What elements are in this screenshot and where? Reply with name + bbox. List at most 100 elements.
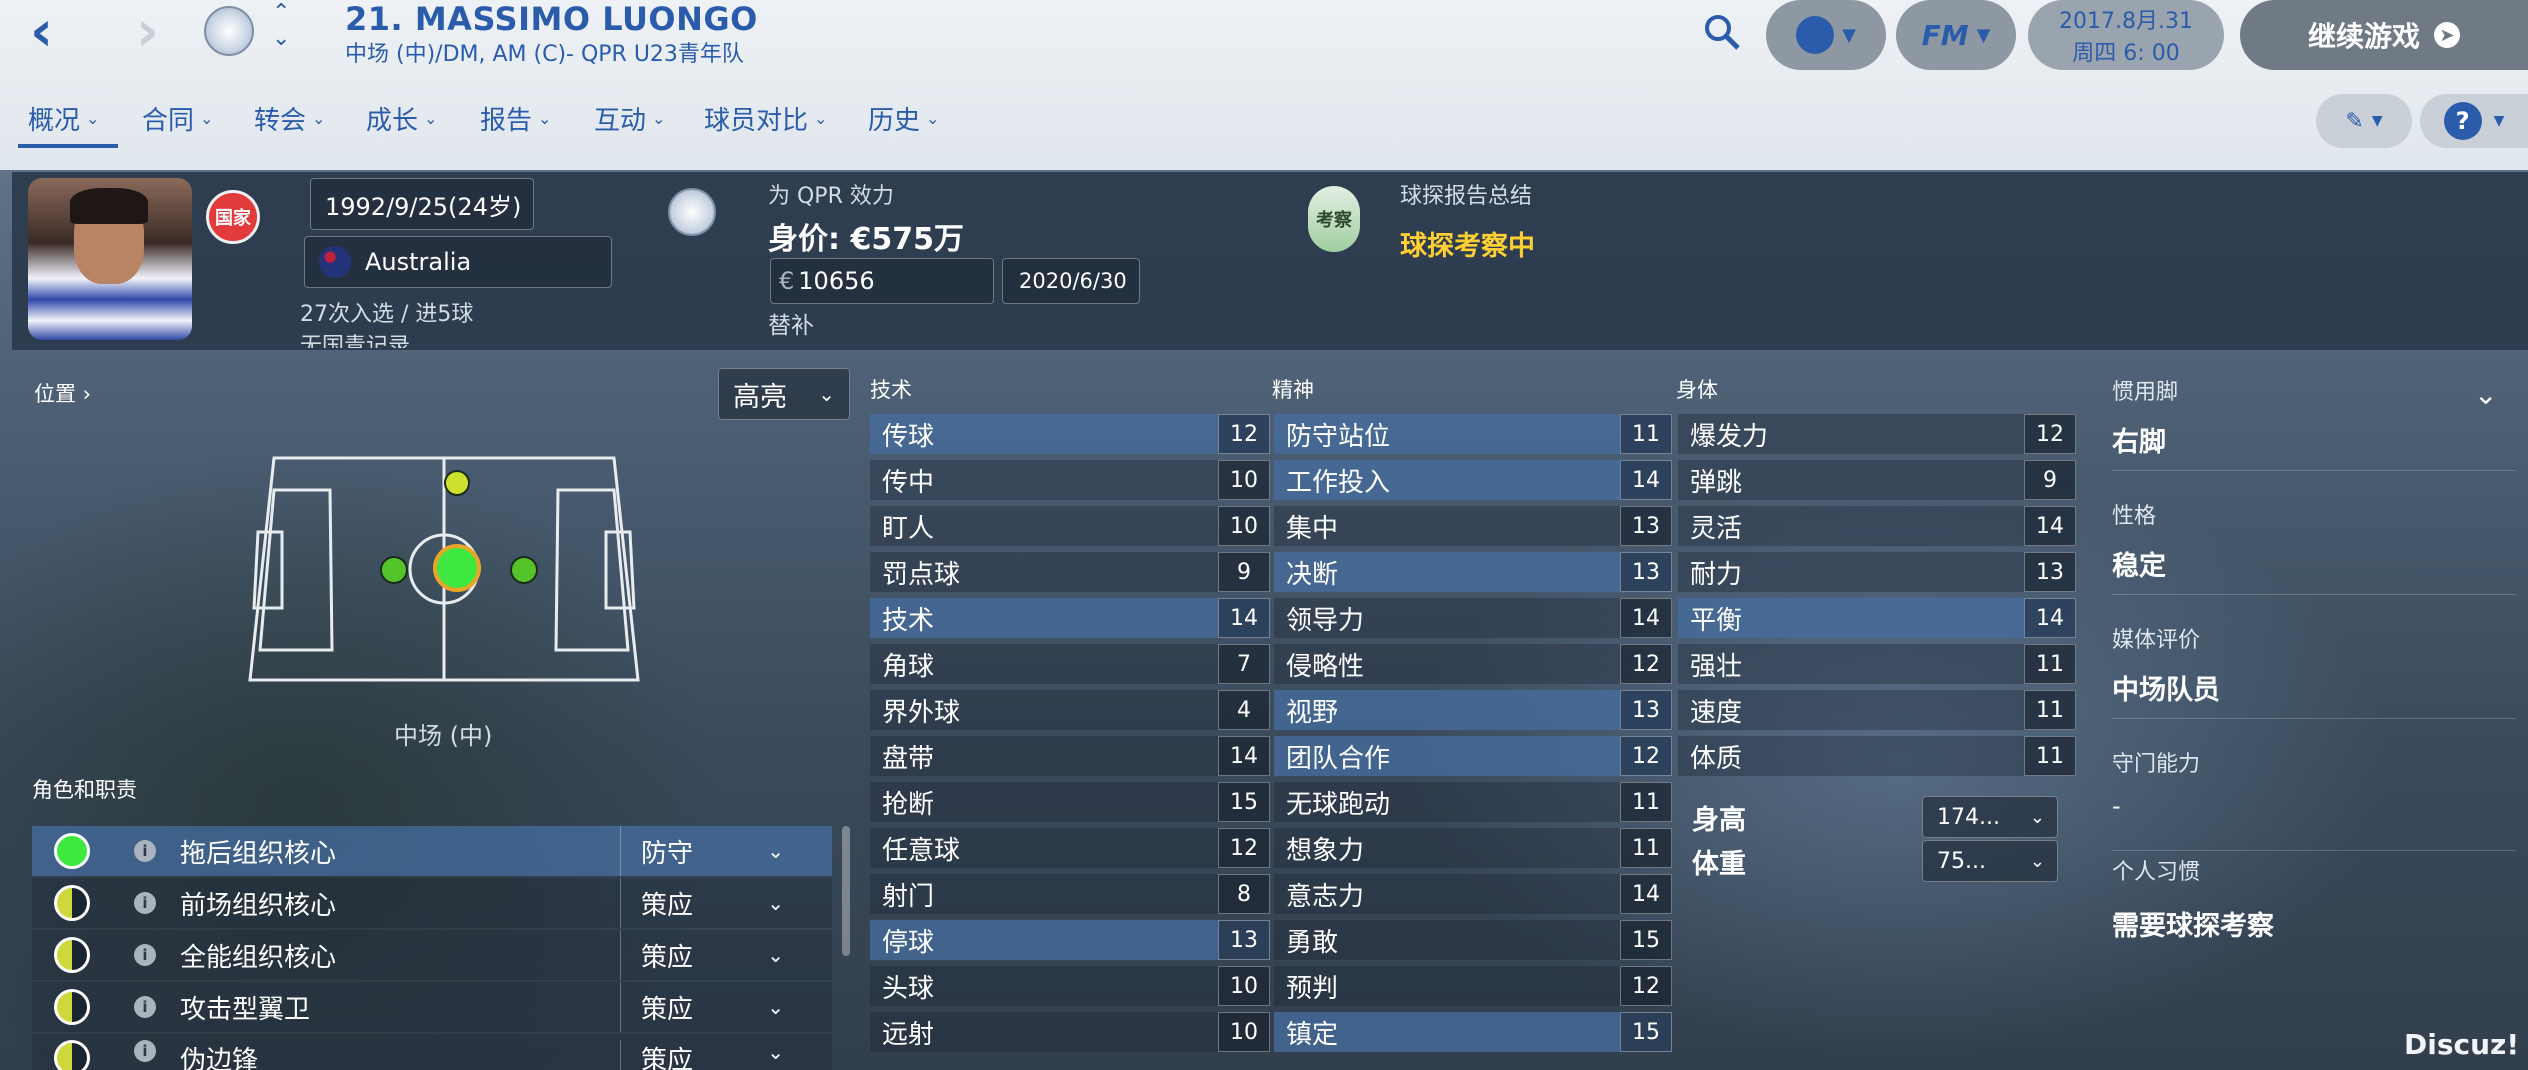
chevron-down-icon: ⌄ [312, 109, 326, 128]
info-icon[interactable]: i [134, 892, 156, 914]
attribute-row[interactable]: 弹跳 9 [1678, 460, 2076, 500]
attribute-row[interactable]: 无球跑动 11 [1274, 782, 1672, 822]
attribute-row[interactable]: 射门 8 [870, 874, 1270, 914]
search-icon[interactable] [1702, 12, 1742, 52]
position-header[interactable]: 位置 › [34, 378, 91, 408]
attribute-row[interactable]: 速度 11 [1678, 690, 2076, 730]
attribute-row[interactable]: 传中 10 [870, 460, 1270, 500]
attribute-row[interactable]: 爆发力 12 [1678, 414, 2076, 454]
attribute-name: 盯人 [882, 513, 935, 544]
weight-dropdown[interactable]: 75... ⌄ [1922, 840, 2058, 882]
role-row[interactable]: i 伪边锋 策应 ⌄ [32, 1034, 832, 1070]
position-dot-mc[interactable] [433, 544, 481, 592]
date-display[interactable]: 2017.8月.31 周四 6: 00 [2028, 0, 2224, 70]
role-row[interactable]: i 攻击型翼卫 策应 ⌄ [32, 982, 832, 1032]
attribute-row[interactable]: 角球 7 [870, 644, 1270, 684]
highlight-dropdown[interactable]: 高亮 ⌄ [718, 368, 850, 420]
attribute-row[interactable]: 团队合作 12 [1274, 736, 1672, 776]
attribute-row[interactable]: 头球 10 [870, 966, 1270, 1006]
attribute-row[interactable]: 勇敢 15 [1274, 920, 1672, 960]
role-rating-dot [54, 989, 90, 1025]
position-dot-mr[interactable] [510, 556, 538, 584]
role-row[interactable]: i 拖后组织核心 防守 ⌄ [32, 826, 832, 876]
roles-scrollbar[interactable] [842, 826, 850, 956]
player-switch-icon[interactable]: ⌃ ⌄ [272, 0, 290, 52]
attribute-row[interactable]: 耐力 13 [1678, 552, 2076, 592]
tab-development[interactable]: 成长 ⌄ [366, 100, 437, 137]
attribute-row[interactable]: 侵略性 12 [1274, 644, 1672, 684]
attribute-row[interactable]: 意志力 14 [1274, 874, 1672, 914]
duty-dropdown[interactable]: 策应 ⌄ [620, 878, 806, 928]
attribute-value: 14 [1620, 598, 1672, 638]
club-crest-icon[interactable] [204, 6, 254, 56]
duty-dropdown[interactable]: 策应 ⌄ [620, 1040, 806, 1070]
help-menu-button[interactable]: ? ▼ [2420, 94, 2528, 148]
chevron-down-icon: ⌄ [767, 1040, 784, 1064]
position-dot-am[interactable] [444, 470, 470, 496]
back-icon[interactable]: ‹ [30, 2, 53, 62]
role-row[interactable]: i 全能组织核心 策应 ⌄ [32, 930, 832, 980]
attribute-row[interactable]: 远射 10 [870, 1012, 1270, 1052]
attribute-row[interactable]: 技术 14 [870, 598, 1270, 638]
attribute-row[interactable]: 决断 13 [1274, 552, 1672, 592]
attribute-name: 强壮 [1690, 651, 1743, 682]
wage-field[interactable]: € 10656 [770, 258, 994, 304]
role-row[interactable]: i 前场组织核心 策应 ⌄ [32, 878, 832, 928]
foot-label: 惯用脚 [2112, 380, 2179, 405]
attribute-row[interactable]: 停球 13 [870, 920, 1270, 960]
role-rating-dot [54, 937, 90, 973]
nation-field[interactable]: Australia [304, 236, 612, 288]
attribute-row[interactable]: 预判 12 [1274, 966, 1672, 1006]
chevron-down-icon: ⌄ [86, 109, 100, 128]
attribute-row[interactable]: 盘带 14 [870, 736, 1270, 776]
globe-menu-button[interactable]: ▼ [1766, 0, 1886, 70]
attribute-row[interactable]: 罚点球 9 [870, 552, 1270, 592]
continue-button[interactable]: 继续游戏 ➤ [2240, 0, 2528, 70]
info-icon[interactable]: i [134, 1040, 156, 1062]
attribute-row[interactable]: 防守站位 11 [1274, 414, 1672, 454]
height-dropdown[interactable]: 174... ⌄ [1922, 796, 2058, 838]
duty-dropdown[interactable]: 策应 ⌄ [620, 930, 806, 980]
attribute-row[interactable]: 镇定 15 [1274, 1012, 1672, 1052]
highlight-label: 高亮 [733, 381, 787, 413]
attribute-name: 团队合作 [1286, 743, 1391, 774]
attribute-row[interactable]: 想象力 11 [1274, 828, 1672, 868]
attribute-value: 13 [1620, 506, 1672, 546]
technical-title: 技术 [870, 378, 912, 402]
attribute-row[interactable]: 任意球 12 [870, 828, 1270, 868]
attribute-row[interactable]: 传球 12 [870, 414, 1270, 454]
active-tab-indicator [18, 144, 118, 148]
attribute-row[interactable]: 抢断 15 [870, 782, 1270, 822]
attribute-row[interactable]: 视野 13 [1274, 690, 1672, 730]
fm-menu-button[interactable]: FM ▼ [1896, 0, 2016, 70]
tab-compare[interactable]: 球员对比 ⌄ [704, 100, 827, 137]
attribute-row[interactable]: 领导力 14 [1274, 598, 1672, 638]
duty-dropdown[interactable]: 策应 ⌄ [620, 982, 806, 1032]
info-icon[interactable]: i [134, 996, 156, 1018]
attribute-row[interactable]: 平衡 14 [1678, 598, 2076, 638]
attribute-value: 7 [1218, 644, 1270, 684]
attribute-row[interactable]: 集中 13 [1274, 506, 1672, 546]
club-crest-icon[interactable] [668, 188, 716, 236]
position-dot-ml[interactable] [380, 556, 408, 584]
edit-menu-button[interactable]: ✎ ▼ [2316, 94, 2412, 148]
forward-icon[interactable]: › [136, 2, 159, 62]
info-icon[interactable]: i [134, 840, 156, 862]
info-icon[interactable]: i [134, 944, 156, 966]
attribute-row[interactable]: 工作投入 14 [1274, 460, 1672, 500]
chevron-down-icon: ⌄ [767, 891, 784, 915]
attribute-row[interactable]: 体质 11 [1678, 736, 2076, 776]
chevron-down-icon[interactable]: ⌄ [2474, 378, 2497, 411]
duty-dropdown[interactable]: 防守 ⌄ [620, 826, 806, 876]
attribute-row[interactable]: 强壮 11 [1678, 644, 2076, 684]
tab-transfer[interactable]: 转会 ⌄ [254, 100, 325, 137]
tab-interaction[interactable]: 互动 ⌄ [594, 100, 665, 137]
attribute-row[interactable]: 灵活 14 [1678, 506, 2076, 546]
attribute-value: 11 [1620, 414, 1672, 454]
tab-history[interactable]: 历史 ⌄ [868, 100, 939, 137]
attribute-row[interactable]: 盯人 10 [870, 506, 1270, 546]
attribute-row[interactable]: 界外球 4 [870, 690, 1270, 730]
tab-reports[interactable]: 报告 ⌄ [480, 100, 551, 137]
tab-contract[interactable]: 合同 ⌄ [142, 100, 213, 137]
tab-overview[interactable]: 概况 ⌄ [28, 100, 99, 137]
